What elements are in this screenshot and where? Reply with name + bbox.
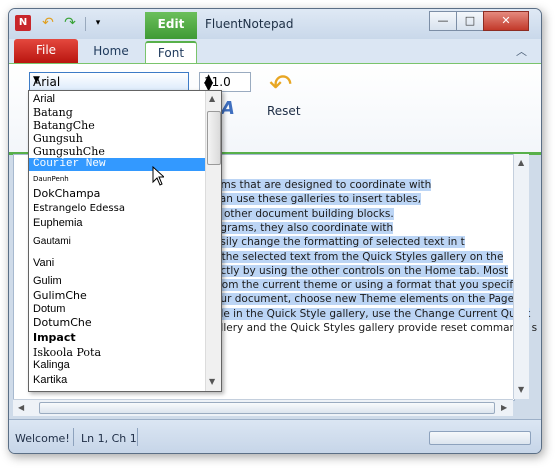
title-bar: N ↶ ↷ ▾ Edit FluentNotepad — □ ✕: [9, 9, 541, 39]
scroll-right-icon[interactable]: ▶: [501, 403, 507, 412]
spin-down-icon[interactable]: ▼: [204, 80, 248, 92]
maximize-button[interactable]: □: [456, 11, 484, 31]
font-list-item[interactable]: Vani: [29, 257, 209, 270]
horizontal-scrollbar[interactable]: ◀ ▶: [13, 399, 513, 416]
italic-a-icon[interactable]: A: [221, 98, 235, 119]
cursor-position: Ln 1, Ch 1: [81, 432, 137, 445]
document-line: can use these galleries to insert tables…: [214, 193, 422, 206]
document-line: allery and the Quick Styles gallery prov…: [214, 322, 538, 334]
font-list-item[interactable]: GungsuhChe: [29, 145, 209, 158]
font-list-item[interactable]: Kartika: [29, 374, 209, 387]
scroll-down-icon[interactable]: ▼: [518, 385, 524, 394]
dropdown-scroll-thumb[interactable]: [207, 111, 221, 165]
collapse-ribbon-icon[interactable]: ︿: [516, 43, 527, 59]
app-icon[interactable]: N: [15, 15, 31, 31]
minimize-button[interactable]: —: [429, 11, 457, 31]
mouse-pointer-icon: [152, 166, 164, 186]
document-line: from the current theme or using a format…: [214, 279, 520, 292]
close-button[interactable]: ✕: [483, 11, 529, 31]
vertical-scrollbar[interactable]: ▲ ▼: [513, 154, 529, 399]
customize-quick-access-icon[interactable]: ▾: [89, 15, 107, 31]
redo-arrow-icon[interactable]: ↷: [61, 15, 79, 31]
font-list-item[interactable]: DotumChe: [29, 316, 209, 329]
font-list-item[interactable]: Estrangelo Edessa: [29, 202, 209, 215]
font-list-item[interactable]: Gautami: [29, 235, 209, 248]
document-line: d other document building blocks.: [214, 207, 394, 220]
status-divider: [73, 428, 74, 446]
scroll-left-icon[interactable]: ◀: [18, 403, 24, 412]
document-line: ectly by using the other controls on the…: [214, 264, 509, 277]
font-list-item[interactable]: Courier New: [29, 158, 209, 171]
tab-font[interactable]: Font: [145, 41, 197, 65]
font-list-item[interactable]: Dotum: [29, 303, 209, 316]
font-list-item[interactable]: BatangChe: [29, 119, 209, 132]
chevron-down-icon[interactable]: ▼: [33, 75, 184, 85]
font-list-item[interactable]: Batang: [29, 106, 209, 119]
document-line: our document, choose new Theme elements …: [214, 293, 515, 306]
document-line: r the selected text from the Quick Style…: [214, 250, 504, 263]
font-list-item[interactable]: Iskoola Pota: [29, 346, 209, 359]
font-list-item[interactable]: GulimChe: [29, 289, 209, 302]
font-dropdown-list[interactable]: Arial Batang BatangChe Gungsuh GungsuhChe Cou…: [28, 90, 222, 392]
font-list-item[interactable]: Impact: [29, 331, 209, 344]
font-list-item[interactable]: Arial: [29, 93, 209, 106]
font-list-item[interactable]: Euphemia: [29, 217, 209, 230]
reset-button-label[interactable]: Reset: [267, 104, 301, 118]
status-message: Welcome!: [15, 432, 70, 445]
ribbon-tab-row: File Home Font ︿: [9, 39, 541, 65]
context-tab-edit[interactable]: Edit: [145, 12, 197, 39]
status-bar: Welcome! Ln 1, Ch 1: [9, 419, 541, 453]
font-list-item[interactable]: Kalinga: [29, 359, 209, 372]
window-title: FluentNotepad: [205, 17, 294, 31]
tab-home[interactable]: Home: [85, 41, 137, 63]
font-size-stepper[interactable]: 11.0 ▲ ▼: [199, 72, 251, 92]
document-line: agrams, they also coordinate with: [214, 221, 394, 234]
reset-arrow-icon[interactable]: ↶: [269, 70, 299, 100]
font-list-item[interactable]: Gungsuh: [29, 132, 209, 145]
document-line: ems that are designed to coordinate with: [214, 179, 432, 191]
dropdown-scrollbar[interactable]: ▲ ▼: [205, 91, 221, 391]
font-list-item[interactable]: DaunPenh: [29, 173, 209, 186]
scroll-up-icon[interactable]: ▲: [518, 158, 524, 167]
status-progress-bar: [429, 431, 531, 445]
document-line: asily change the formatting of selected …: [214, 236, 465, 249]
undo-arrow-icon[interactable]: ↶: [39, 15, 57, 31]
document-line: ole in the Quick Style gallery, use the …: [214, 307, 531, 320]
font-list-item[interactable]: Gulim: [29, 275, 209, 288]
font-name-combo[interactable]: Arial ▼: [29, 72, 189, 92]
horizontal-scroll-thumb[interactable]: [39, 402, 495, 414]
tab-file[interactable]: File: [14, 39, 78, 63]
scroll-up-icon[interactable]: ▲: [209, 94, 215, 103]
toolbar-separator: [85, 17, 86, 31]
status-divider: [137, 428, 138, 446]
font-list-item[interactable]: DokChampa: [29, 187, 209, 200]
scroll-down-icon[interactable]: ▼: [209, 377, 215, 386]
